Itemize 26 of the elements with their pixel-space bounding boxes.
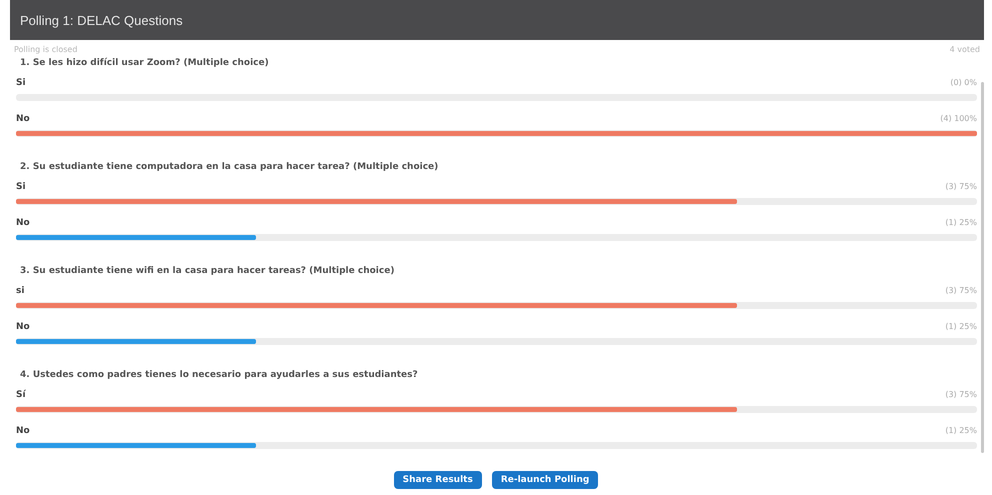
answer-result: (1) 25% bbox=[945, 322, 977, 332]
answer-label: No bbox=[16, 426, 30, 436]
answer-result: (0) 0% bbox=[950, 78, 977, 88]
answer-result: (4) 100% bbox=[940, 114, 977, 124]
answer-label: No bbox=[16, 114, 30, 124]
question-title: 3. Su estudiante tiene wifi en la casa para hacer tareas? (Multiple choice) bbox=[19, 265, 396, 278]
scrollbar[interactable] bbox=[981, 82, 984, 453]
answer-result: (3) 75% bbox=[945, 390, 977, 400]
answer-result: (3) 75% bbox=[945, 286, 977, 296]
answer-result: (3) 75% bbox=[945, 182, 977, 192]
answer-result: (1) 25% bbox=[945, 218, 977, 228]
answer-label: Si bbox=[16, 78, 26, 88]
answer-label: Sí bbox=[16, 390, 26, 400]
poll-status: Polling is closed bbox=[14, 45, 78, 54]
question-title: 1. Se les hizo difícil usar Zoom? (Multiple choice) bbox=[19, 56, 270, 70]
answer-label: Si bbox=[16, 182, 26, 192]
vote-count: 4 voted bbox=[950, 45, 980, 54]
question-title: 2. Su estudiante tiene computadora en la casa para hacer tarea? (Multiple choice) bbox=[19, 161, 440, 174]
relaunch-button[interactable]: Re-launch Polling bbox=[492, 471, 598, 489]
answer-label: si bbox=[16, 286, 24, 296]
question-title: 4. Ustedes como padres tienes lo necesario para ayudarles a sus estudiantes? bbox=[19, 369, 419, 382]
window-title: Polling 1: DELAC Questions bbox=[20, 12, 183, 28]
answer-result: (1) 25% bbox=[945, 426, 977, 436]
answer-label: No bbox=[16, 322, 30, 332]
answer-label: No bbox=[16, 218, 30, 228]
share-results-button[interactable]: Share Results bbox=[394, 471, 482, 489]
